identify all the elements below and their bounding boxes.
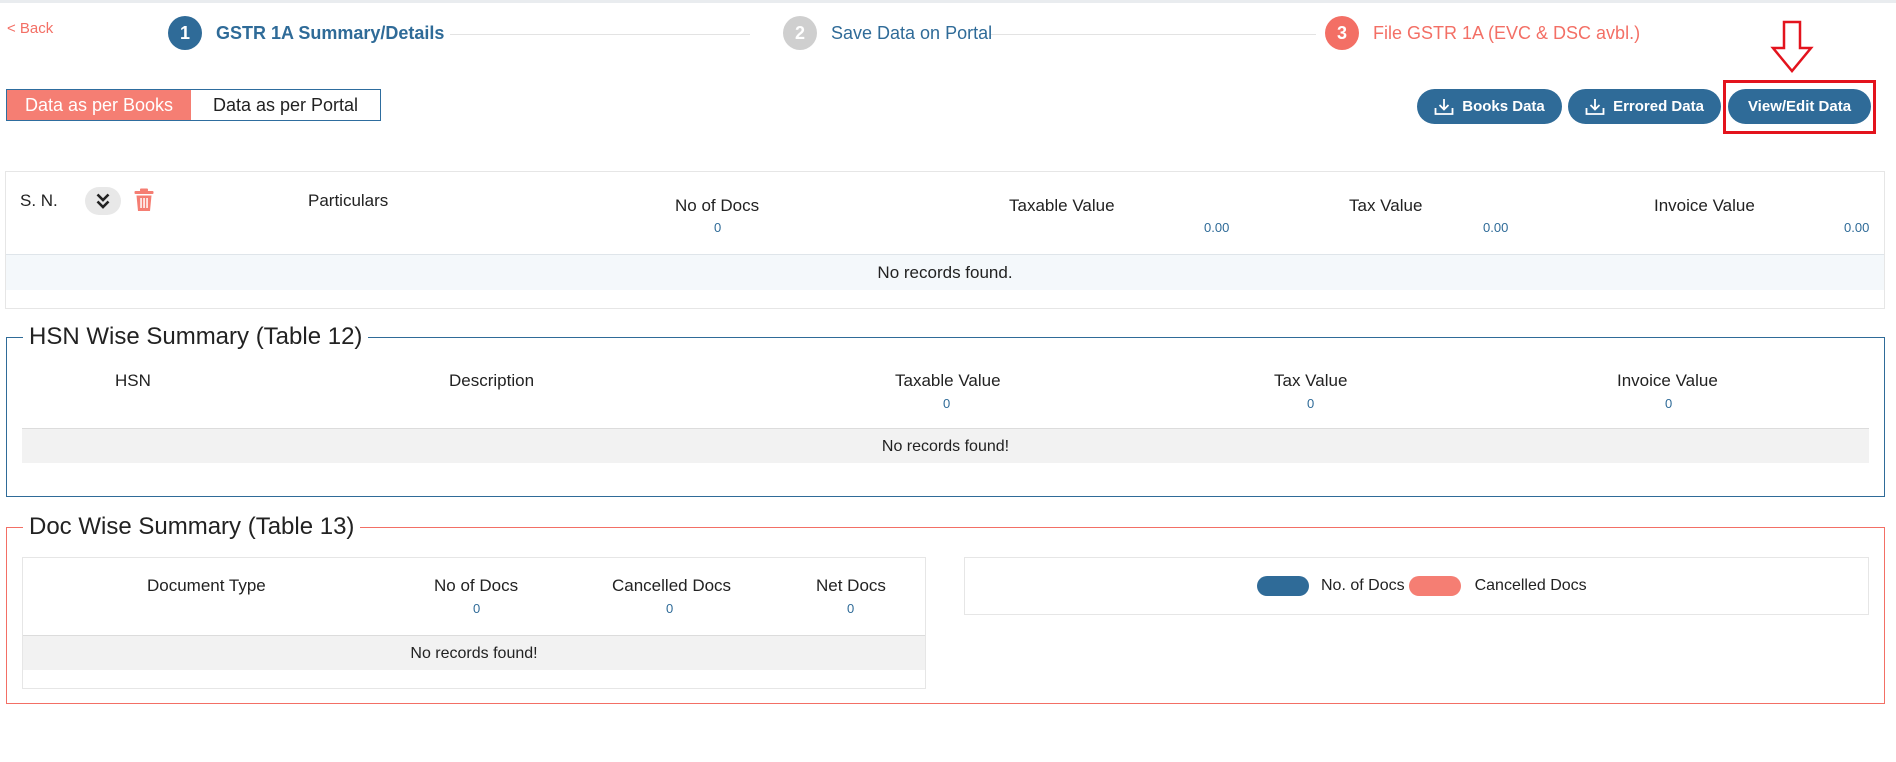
- sn-header: S. N.: [20, 191, 58, 210]
- step-label: Save Data on Portal: [831, 22, 993, 43]
- tax-value-header: Tax Value: [1349, 196, 1423, 215]
- step-number: 1: [168, 16, 202, 50]
- doc-no-of-docs-total: 0: [473, 601, 481, 616]
- step-number: 3: [1325, 16, 1359, 50]
- books-data-tab[interactable]: Data as per Books: [7, 90, 191, 120]
- data-source-toggle: Data as per Books Data as per Portal: [6, 89, 381, 121]
- hsn-summary-title: HSN Wise Summary (Table 12): [29, 323, 363, 350]
- taxable-value-header: Taxable Value: [1009, 196, 1115, 215]
- books-data-button[interactable]: Books Data: [1417, 89, 1562, 124]
- errored-data-label: Errored Data: [1613, 98, 1704, 115]
- hsn-taxable-value-total: 0: [943, 396, 951, 411]
- trash-icon: [134, 188, 154, 211]
- net-docs-total: 0: [847, 601, 855, 616]
- hsn-invoice-value-total: 0: [1665, 396, 1673, 411]
- doc-chart-card: No. of Docs Cancelled Docs: [964, 557, 1869, 615]
- download-icon: [1585, 98, 1605, 115]
- hsn-empty-state: No records found!: [22, 428, 1869, 463]
- tax-value-total: 0.00: [1483, 220, 1509, 235]
- step-label: GSTR 1A Summary/Details: [216, 22, 445, 43]
- legend-swatch: [1408, 576, 1461, 596]
- doc-empty-state: No records found!: [23, 635, 925, 670]
- hsn-header: HSN: [115, 371, 151, 390]
- step-connector: [450, 34, 750, 35]
- hsn-tax-value-header: Tax Value: [1274, 371, 1348, 390]
- delete-button[interactable]: [134, 188, 154, 217]
- net-docs-header: Net Docs: [816, 576, 886, 595]
- chart-legend: No. of Docs Cancelled Docs: [1257, 576, 1587, 596]
- expand-all-button[interactable]: [85, 187, 121, 215]
- doc-summary-title: Doc Wise Summary (Table 13): [29, 513, 355, 540]
- doc-no-of-docs-header: No of Docs: [434, 576, 519, 595]
- particulars-header: Particulars: [308, 191, 389, 210]
- hsn-invoice-value-header: Invoice Value: [1617, 371, 1718, 390]
- download-icon: [1434, 98, 1454, 115]
- legend-label: Cancelled Docs: [1474, 577, 1587, 594]
- description-header: Description: [449, 371, 535, 390]
- legend-swatch: [1257, 576, 1309, 596]
- legend-no-of-docs[interactable]: No. of Docs: [1257, 576, 1405, 596]
- invoice-value-total: 0.00: [1844, 220, 1870, 235]
- step-number: 2: [783, 16, 817, 50]
- summary-table: S. N. Particulars No of Docs 0 Taxable V…: [5, 171, 1885, 309]
- double-chevron-down-icon: [96, 193, 110, 209]
- cancelled-docs-total: 0: [666, 601, 674, 616]
- errored-data-button[interactable]: Errored Data: [1568, 89, 1721, 124]
- arrow-down-icon: [1770, 20, 1814, 73]
- step-1[interactable]: 1 GSTR 1A Summary/Details: [168, 16, 444, 50]
- empty-state: No records found.: [6, 254, 1884, 290]
- no-of-docs-total: 0: [714, 220, 722, 235]
- no-of-docs-header: No of Docs: [675, 196, 760, 215]
- legend-cancelled-docs[interactable]: Cancelled Docs: [1408, 576, 1587, 596]
- document-type-header: Document Type: [147, 576, 266, 595]
- portal-data-tab[interactable]: Data as per Portal: [191, 90, 380, 120]
- books-data-label: Books Data: [1462, 98, 1545, 115]
- invoice-value-header: Invoice Value: [1654, 196, 1755, 215]
- hsn-tax-value-total: 0: [1307, 396, 1315, 411]
- step-3[interactable]: 3 File GSTR 1A (EVC & DSC avbl.): [1325, 16, 1640, 50]
- back-link[interactable]: < Back: [7, 20, 53, 37]
- cancelled-docs-header: Cancelled Docs: [612, 576, 732, 595]
- step-connector: [990, 34, 1316, 35]
- highlight-box: [1723, 80, 1876, 134]
- legend-label: No. of Docs: [1321, 577, 1405, 594]
- hsn-taxable-value-header: Taxable Value: [895, 371, 1001, 390]
- progress-stepper: 1 GSTR 1A Summary/Details 2 Save Data on…: [168, 16, 1640, 52]
- taxable-value-total: 0.00: [1204, 220, 1230, 235]
- top-border: [0, 0, 1896, 3]
- step-2[interactable]: 2 Save Data on Portal: [783, 16, 992, 50]
- step-label: File GSTR 1A (EVC & DSC avbl.): [1373, 22, 1641, 43]
